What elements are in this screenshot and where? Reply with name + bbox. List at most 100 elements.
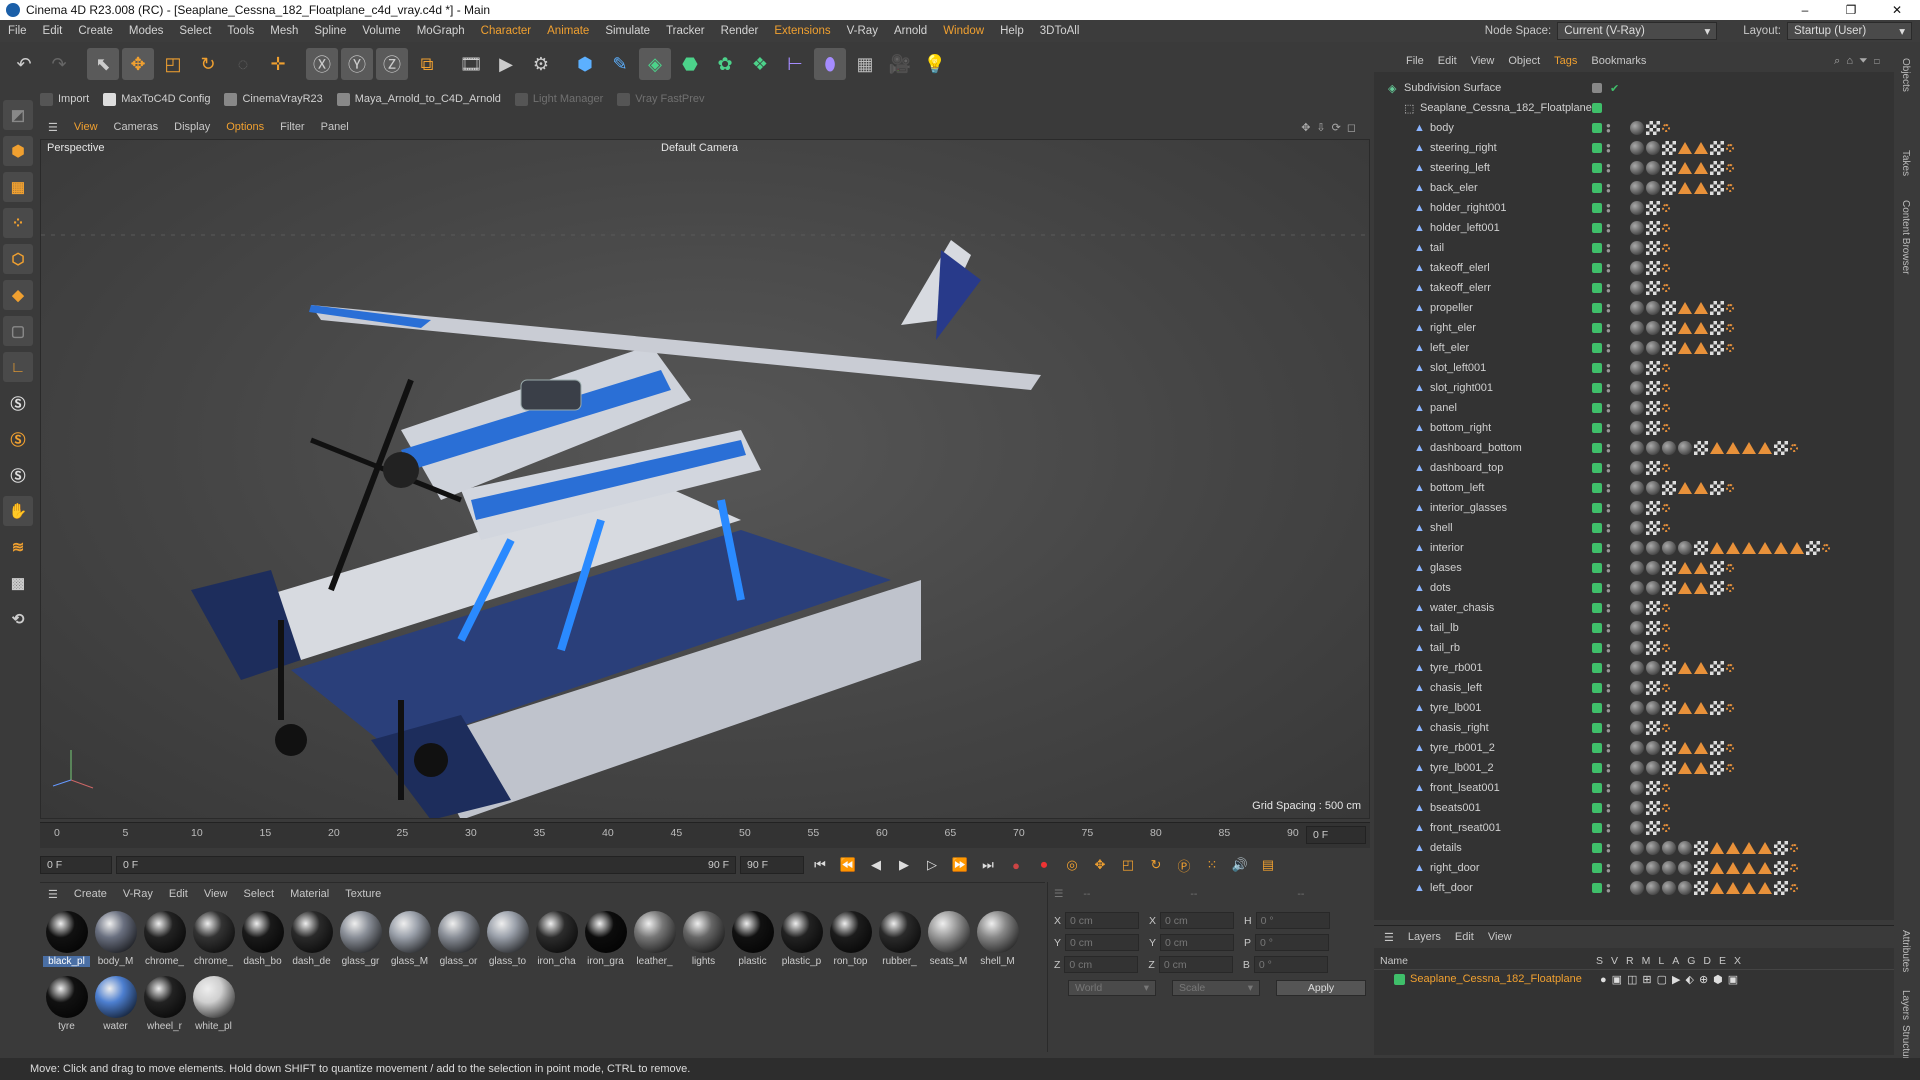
material-tag-icon[interactable] [1678,441,1692,455]
selection-tag-icon[interactable] [1726,542,1740,554]
material-tag-icon[interactable] [1662,861,1676,875]
visibility-toggle[interactable] [1592,123,1602,133]
render-toggle-icon[interactable]: ● ● [1606,462,1611,475]
layer-menu-edit[interactable]: Edit [1455,931,1474,943]
material-tag-icon[interactable] [1630,881,1644,895]
snap-grid-icon[interactable]: Ⓢ [3,460,33,490]
visibility-toggle[interactable] [1592,183,1602,193]
texture-tag-icon[interactable] [1646,801,1660,815]
render-toggle-icon[interactable]: ● ● [1606,362,1611,375]
selection-tag-icon[interactable] [1678,702,1692,714]
texture-tag-icon[interactable] [1646,401,1660,415]
render-toggle-icon[interactable]: ● ● [1606,502,1611,515]
coord-hamburger-icon[interactable]: ☰ [1054,888,1063,900]
phong-tag-icon[interactable] [1726,704,1734,712]
mat-menu-vray[interactable]: V-Ray [115,888,161,900]
viewport-menu-filter[interactable]: Filter [272,121,312,133]
object-row[interactable]: ▲ steering_left ● ● [1374,158,1894,178]
texture-tag-icon[interactable] [1694,541,1708,555]
material-tag-icon[interactable] [1630,521,1644,535]
position-z-field[interactable]: 0 cm [1064,956,1139,973]
render-toggle-icon[interactable]: ● ● [1606,182,1611,195]
material-tag-icon[interactable] [1630,461,1644,475]
material-swatch[interactable]: seats_M [924,909,973,974]
visibility-toggle[interactable] [1592,643,1602,653]
material-tag-icon[interactable] [1630,681,1644,695]
visibility-toggle[interactable] [1592,323,1602,333]
selection-tag-icon[interactable] [1742,542,1756,554]
visibility-toggle[interactable] [1592,623,1602,633]
texture-tag-icon[interactable] [1694,441,1708,455]
object-row[interactable]: ▲ glases ● ● [1374,558,1894,578]
key-scale-icon[interactable]: ◰ [1116,853,1140,877]
texture-tag-icon[interactable] [1662,661,1676,675]
object-row[interactable]: ▲ chasis_left ● ● [1374,678,1894,698]
texture-tag-icon[interactable] [1646,221,1660,235]
close-button[interactable]: ✕ [1874,3,1920,17]
visibility-toggle[interactable] [1592,683,1602,693]
material-tag-icon[interactable] [1630,161,1644,175]
menu-extensions[interactable]: Extensions [766,25,838,37]
phong-tag-icon[interactable] [1790,844,1798,852]
texture-tag-icon[interactable] [1774,861,1788,875]
menu-3dtoall[interactable]: 3DToAll [1032,25,1088,37]
light-icon[interactable]: 💡 [919,48,951,80]
object-row[interactable]: ▲ back_eler ● ● [1374,178,1894,198]
material-tag-icon[interactable] [1646,861,1660,875]
z-axis-icon[interactable]: Ⓩ [376,48,408,80]
texture-tag-icon[interactable] [1710,661,1724,675]
texture-tag-icon[interactable] [1710,581,1724,595]
object-row[interactable]: ▲ front_rseat001 ● ● [1374,818,1894,838]
material-tag-icon[interactable] [1630,501,1644,515]
phong-tag-icon[interactable] [1726,144,1734,152]
texture-tag-icon[interactable] [1694,881,1708,895]
material-tag-icon[interactable] [1646,481,1660,495]
object-row[interactable]: ▲ tail_lb ● ● [1374,618,1894,638]
render-toggle-icon[interactable]: ● ● [1606,782,1611,795]
light-manager-plugin[interactable]: Light Manager [514,92,603,106]
texture-tag-icon[interactable] [1662,301,1676,315]
selection-tag-icon[interactable] [1742,842,1756,854]
texture-tag-icon[interactable] [1662,561,1676,575]
texture-tag-icon[interactable] [1646,241,1660,255]
material-swatch[interactable]: iron_gra [581,909,630,974]
cube-icon[interactable]: ⬢ [569,48,601,80]
menu-help[interactable]: Help [992,25,1032,37]
object-row[interactable]: ▲ shell ● ● [1374,518,1894,538]
texture-tag-icon[interactable] [1646,681,1660,695]
tab-layers[interactable]: Layers [1900,990,1911,1020]
object-row[interactable]: ▲ holder_right001 ● ● [1374,198,1894,218]
menu-modes[interactable]: Modes [121,25,172,37]
size-x-field[interactable]: 0 cm [1160,912,1235,929]
x-axis-icon[interactable]: Ⓧ [306,48,338,80]
material-swatch[interactable]: glass_M [385,909,434,974]
menu-file[interactable]: File [0,25,35,37]
material-tag-icon[interactable] [1678,881,1692,895]
render-toggle-icon[interactable]: ● ● [1606,882,1611,895]
phong-tag-icon[interactable] [1662,524,1670,532]
phong-tag-icon[interactable] [1726,664,1734,672]
selection-tag-icon[interactable] [1678,162,1692,174]
workplane-icon[interactable]: ≋ [3,532,33,562]
material-swatch[interactable]: chrome_ [189,909,238,974]
end-frame-field[interactable]: 90 F [740,856,804,874]
texture-tag-icon[interactable] [1646,201,1660,215]
object-row[interactable]: ▲ tyre_lb001 ● ● [1374,698,1894,718]
selection-tag-icon[interactable] [1694,482,1708,494]
texture-tag-icon[interactable] [1710,141,1724,155]
menu-tools[interactable]: Tools [219,25,262,37]
viewport-hamburger-icon[interactable]: ☰ [40,121,66,134]
material-tag-icon[interactable] [1630,181,1644,195]
material-swatch[interactable]: dash_de [287,909,336,974]
layer-menu-view[interactable]: View [1488,931,1512,943]
selection-tag-icon[interactable] [1694,562,1708,574]
phong-tag-icon[interactable] [1726,744,1734,752]
object-row[interactable]: ▲ right_door ● ● [1374,858,1894,878]
object-row[interactable]: ▲ interior_glasses ● ● [1374,498,1894,518]
maya-arnold-plugin[interactable]: Maya_Arnold_to_C4D_Arnold [336,92,501,106]
texture-tag-icon[interactable] [1774,841,1788,855]
material-tag-icon[interactable] [1630,381,1644,395]
visibility-toggle[interactable] [1592,503,1602,513]
texture-tag-icon[interactable] [1710,741,1724,755]
import-plugin[interactable]: Import [40,92,89,106]
